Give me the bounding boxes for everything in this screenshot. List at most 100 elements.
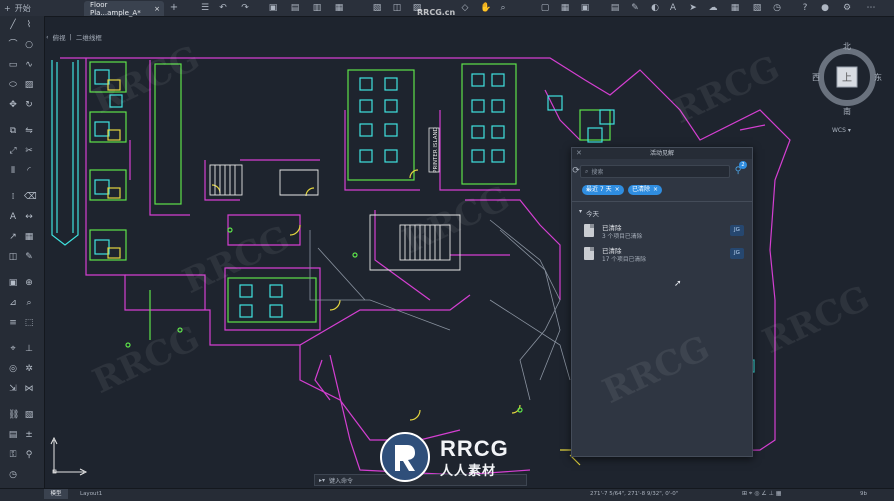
close-icon[interactable]: × [653, 185, 658, 195]
rectangle-icon[interactable]: ▭ [8, 60, 18, 70]
tab-layout1[interactable]: Layout1 [80, 489, 102, 499]
image-tool-icon[interactable]: ▧ [24, 410, 34, 420]
line-icon[interactable]: ╱ [8, 20, 18, 30]
command-icon[interactable]: ▸▾ [319, 477, 325, 484]
properties-tool-icon[interactable]: ≡ [8, 318, 18, 328]
search-input[interactable]: ⌕ 搜索 [580, 165, 730, 178]
clock-icon[interactable]: ◷ [772, 3, 782, 13]
chevron-down-icon[interactable]: ▾ [579, 208, 582, 215]
pdf-icon[interactable]: ▤ [8, 430, 18, 440]
trim-icon[interactable]: ✂ [24, 146, 34, 156]
menu-icon[interactable]: ☰ [200, 3, 210, 13]
new-tab-button[interactable]: + [168, 2, 180, 14]
close-icon[interactable]: × [615, 185, 620, 195]
table-tool-icon[interactable]: ▦ [24, 232, 34, 242]
export-icon[interactable]: ▦ [334, 3, 344, 13]
layout-icon[interactable]: ▢ [540, 3, 550, 13]
calc-icon[interactable]: ± [24, 430, 34, 440]
file-tab[interactable]: Floor Pla...ample_A* × [84, 1, 164, 17]
mirror-icon[interactable]: ⇋ [24, 126, 34, 136]
close-icon[interactable]: × [154, 5, 160, 13]
breadcrumb-view[interactable]: 俯视 [53, 32, 66, 42]
measure-icon[interactable]: ◇ [460, 3, 470, 13]
chip-cleared[interactable]: 已清除 × [628, 185, 663, 195]
send-icon[interactable]: ➤ [688, 3, 698, 13]
viewcube[interactable]: 上 北 南 东 西 [812, 42, 882, 122]
compass-west[interactable]: 西 [812, 73, 820, 82]
leader-icon[interactable]: ↗ [8, 232, 18, 242]
move-icon[interactable]: ✥ [8, 100, 18, 110]
wcs-menu[interactable]: WCS ▾ [832, 127, 851, 134]
help-icon[interactable]: ? [800, 3, 810, 13]
offset-icon[interactable]: ⫴ [8, 166, 18, 176]
activity-item[interactable]: 已清除 17 个项目已清除 JG [582, 245, 746, 265]
compass-south[interactable]: 南 [843, 106, 851, 116]
measure-tool-icon[interactable]: ⊿ [8, 298, 18, 308]
chip-last-7-days[interactable]: 最近 7 天 × [582, 185, 624, 195]
text-icon[interactable]: A [668, 3, 678, 13]
user-icon[interactable]: ● [820, 3, 830, 13]
copy-icon[interactable]: ⧉ [8, 126, 18, 136]
block-icon[interactable]: ▣ [580, 3, 590, 13]
close-icon[interactable]: ✕ [576, 149, 582, 157]
activity-item[interactable]: 已清除 3 个项目已清除 JG [582, 222, 746, 242]
view-icon[interactable]: ◎ [8, 364, 18, 374]
match-icon[interactable]: ✎ [24, 252, 34, 262]
dimension-icon[interactable]: ↔ [24, 212, 34, 222]
circle-icon[interactable]: ○ [24, 40, 34, 50]
filter-tool-icon[interactable]: ⚲ [24, 450, 34, 460]
tab-model[interactable]: 模型 [44, 489, 68, 499]
compass-east[interactable]: 东 [874, 72, 882, 82]
ellipse-icon[interactable]: ⬭ [8, 80, 18, 90]
more-icon[interactable]: ⋯ [866, 3, 876, 13]
array-icon[interactable]: ⁞ [8, 192, 18, 202]
stretch-icon[interactable]: ⇲ [8, 384, 18, 394]
pan-icon[interactable]: ✋ [480, 3, 491, 13]
zoom-readout[interactable]: 9b [860, 489, 867, 499]
hatch-icon[interactable]: ▨ [24, 80, 34, 90]
fillet-icon[interactable]: ◜ [24, 166, 34, 176]
settings-icon[interactable]: ⚙ [842, 3, 852, 13]
share-icon[interactable]: ▧ [372, 3, 382, 13]
layer-tool-icon[interactable]: ◫ [8, 252, 18, 262]
status-icons[interactable]: ⊞ ⌖ ◎ ∠ ⊥ ▦ [742, 489, 781, 499]
block-tool-icon[interactable]: ▣ [8, 278, 18, 288]
snap-icon[interactable]: ⌖ [8, 344, 18, 354]
arc-icon[interactable]: ⌒ [8, 40, 18, 50]
zoom-icon[interactable]: ⌕ [498, 3, 508, 13]
breadcrumb-style[interactable]: 二维线框 [76, 32, 102, 42]
markup-icon[interactable]: ✎ [630, 3, 640, 13]
viewcube-face[interactable]: 上 [842, 72, 852, 84]
open-icon[interactable]: ▤ [290, 3, 300, 13]
polyline-icon[interactable]: ⌇ [24, 20, 34, 30]
viewport-menu-icon[interactable]: ‹ [46, 33, 49, 41]
explode-icon[interactable]: ✲ [24, 364, 34, 374]
redo-icon[interactable]: ↷ [240, 3, 250, 13]
join-icon[interactable]: ⋈ [24, 384, 34, 394]
zoom-tool-icon[interactable]: ⌕ [24, 298, 34, 308]
insert-tool-icon[interactable]: ⊕ [24, 278, 34, 288]
grid-icon[interactable]: ▦ [560, 3, 570, 13]
compass-north[interactable]: 北 [843, 42, 851, 51]
xref-icon[interactable]: ⛓ [8, 410, 19, 420]
erase-icon[interactable]: ⌫ [24, 192, 37, 202]
lock-icon[interactable]: ⚿ [8, 450, 18, 460]
drawing-canvas[interactable]: PRINTER ISLAND [45, 44, 894, 488]
spline-icon[interactable]: ∿ [24, 60, 34, 70]
compare-icon[interactable]: ◐ [650, 3, 660, 13]
ortho-icon[interactable]: ⊥ [24, 344, 34, 354]
group-icon[interactable]: ⬚ [24, 318, 34, 328]
scale-icon[interactable]: ⤢ [8, 146, 18, 156]
group-header-today[interactable]: 今天 [586, 208, 599, 218]
text-tool-icon[interactable]: A [8, 212, 18, 222]
layers-icon[interactable]: ◫ [392, 3, 402, 13]
cloud-icon[interactable]: ☁ [708, 3, 718, 13]
home-tab[interactable]: + 开始 [0, 0, 76, 16]
save-icon[interactable]: ▣ [268, 3, 278, 13]
table-icon[interactable]: ▦ [730, 3, 740, 13]
undo-icon[interactable]: ↶ [218, 3, 228, 13]
image-icon[interactable]: ▧ [752, 3, 762, 13]
rotate-icon[interactable]: ↻ [24, 100, 34, 110]
print-icon[interactable]: ▥ [312, 3, 322, 13]
insert-icon[interactable]: ▤ [610, 3, 620, 13]
